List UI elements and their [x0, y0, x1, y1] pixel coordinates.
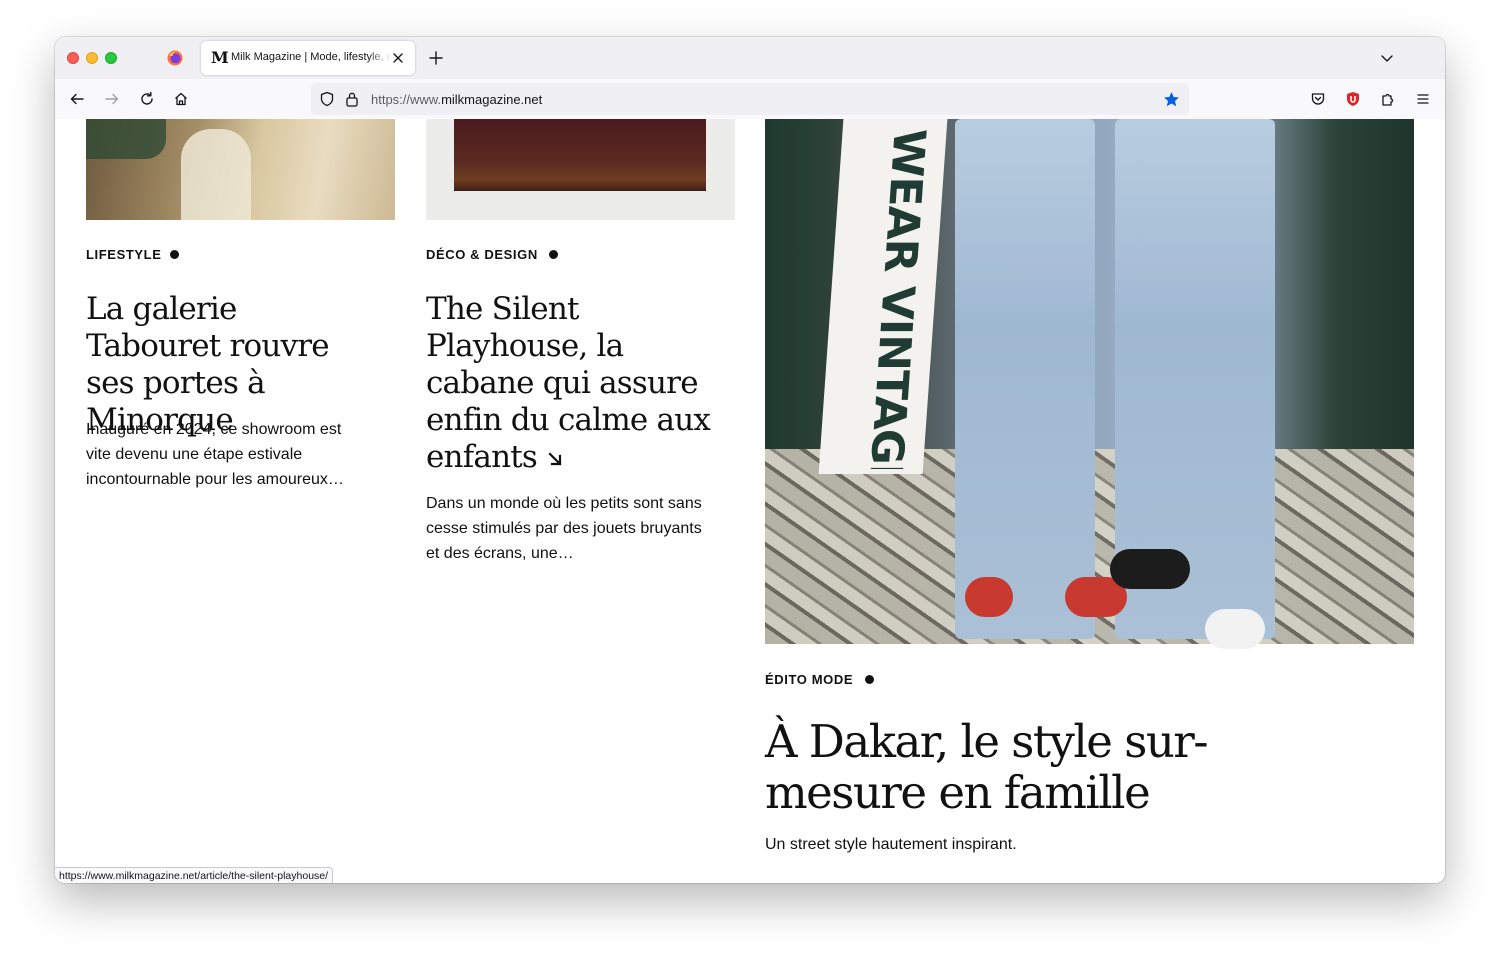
- browser-window: M Milk Magazine | Mode, lifestyle, déco: [55, 37, 1445, 883]
- pocket-icon[interactable]: [1310, 91, 1326, 107]
- category-dot: [865, 675, 874, 684]
- url-domain: milkmagazine.net: [441, 92, 543, 107]
- ublock-origin-icon[interactable]: [1345, 91, 1361, 107]
- list-all-tabs-chevron-down-icon[interactable]: [1380, 51, 1394, 65]
- url-bar[interactable]: https://www.milkmagazine.net: [311, 83, 1189, 115]
- reload-icon[interactable]: [139, 91, 155, 107]
- firefox-view-icon[interactable]: [167, 50, 183, 66]
- article-excerpt-dakar: Un street style hautement inspirant.: [765, 836, 1017, 853]
- article-title-silent-playhouse[interactable]: The Silent Playhouse, la cabane qui assu…: [426, 291, 716, 476]
- article-title-text: The Silent Playhouse, la cabane qui assu…: [426, 291, 711, 475]
- bookmark-star-icon[interactable]: [1163, 91, 1180, 108]
- url-scheme: https://www.: [371, 92, 442, 107]
- back-arrow-icon[interactable]: [69, 91, 85, 107]
- tracking-protection-shield-icon[interactable]: [319, 91, 335, 107]
- nav-bar: https://www.milkmagazine.net: [55, 79, 1445, 120]
- extensions-puzzle-icon[interactable]: [1380, 91, 1396, 107]
- tab-milk-magazine[interactable]: M Milk Magazine | Mode, lifestyle, déco: [201, 41, 415, 75]
- article-image-lifestyle[interactable]: [86, 119, 395, 220]
- url-text[interactable]: https://www.milkmagazine.net: [371, 92, 542, 108]
- tab-strip: M Milk Magazine | Mode, lifestyle, déco: [55, 37, 1445, 79]
- new-tab-icon[interactable]: [428, 50, 444, 66]
- zoom-window-button[interactable]: [105, 52, 117, 64]
- lock-icon[interactable]: [345, 91, 359, 107]
- category-lifestyle[interactable]: LIFESTYLE: [86, 247, 161, 263]
- wear-vintage-sign: WEAR VINTAGE: [818, 119, 948, 474]
- category-dot: [549, 250, 558, 259]
- category-deco-design[interactable]: DÉCO & DESIGN: [426, 247, 538, 263]
- minimize-window-button[interactable]: [86, 52, 98, 64]
- category-edito-mode[interactable]: ÉDITO MODE: [765, 672, 853, 688]
- app-menu-hamburger-icon[interactable]: [1415, 91, 1431, 107]
- sign-text: WEAR VINTAGE: [858, 129, 935, 469]
- status-bar-url: https://www.milkmagazine.net/article/the…: [55, 867, 334, 883]
- milk-favicon-icon: M: [211, 48, 229, 67]
- article-excerpt-silent-playhouse: Dans un monde où les petits sont sans ce…: [426, 495, 702, 562]
- article-image-silent-playhouse[interactable]: [426, 119, 735, 220]
- close-window-button[interactable]: [67, 52, 79, 64]
- article-title-dakar[interactable]: À Dakar, le style sur-mesure en famille: [765, 716, 1235, 818]
- page-content: LIFESTYLE La galerie Tabouret rouvre ses…: [55, 119, 1445, 883]
- category-dot: [170, 250, 179, 259]
- close-tab-icon[interactable]: [391, 51, 405, 65]
- home-icon[interactable]: [173, 91, 189, 107]
- article-excerpt-galerie-tabouret: Inauguré en 2024, ce showroom est vite d…: [86, 421, 344, 488]
- article-image-dakar[interactable]: WEAR VINTAGE: [765, 119, 1414, 649]
- tab-title: Milk Magazine | Mode, lifestyle, déco: [231, 51, 391, 63]
- forward-arrow-icon[interactable]: [104, 91, 120, 107]
- arrow-down-right-icon: [548, 451, 562, 466]
